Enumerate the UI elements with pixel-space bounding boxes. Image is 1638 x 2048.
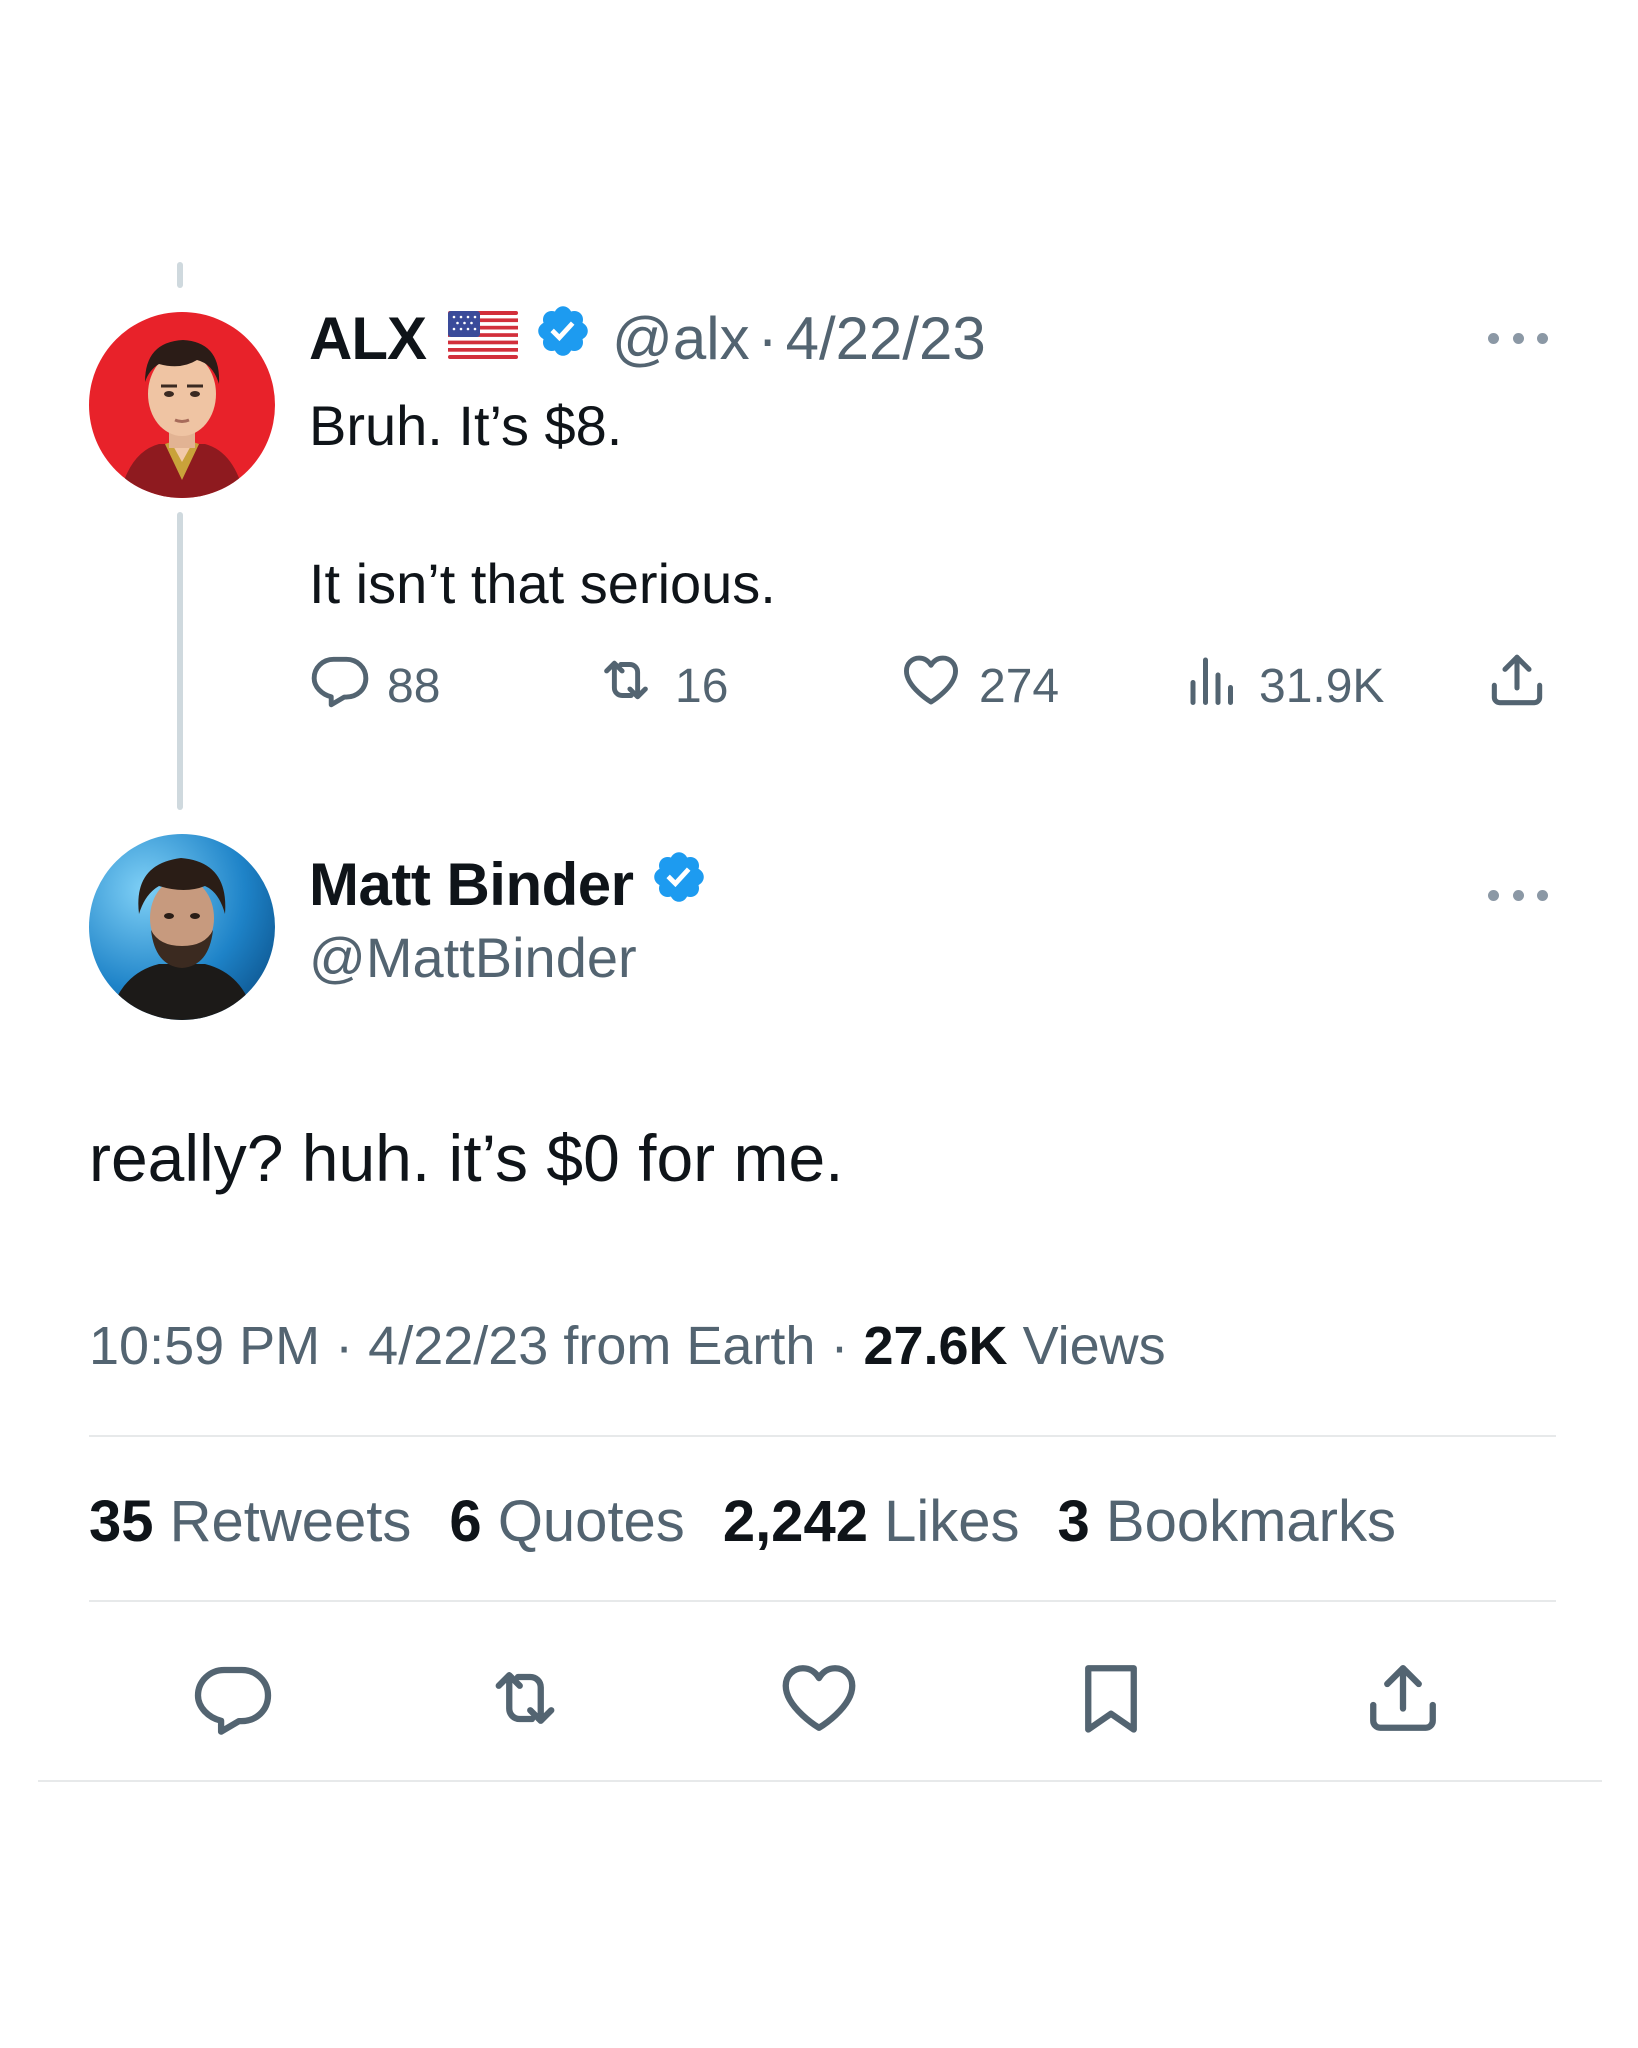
separator-dot: · <box>830 1316 849 1376</box>
share-icon <box>1361 1656 1445 1745</box>
heart-icon <box>899 649 979 723</box>
views-action[interactable]: 31.9K <box>1183 650 1384 722</box>
retweet-icon <box>481 1656 569 1745</box>
reply-icon <box>309 649 387 723</box>
thread-line-top <box>177 262 183 288</box>
like-button[interactable] <box>769 1650 869 1750</box>
avatar-matt-binder[interactable] <box>89 834 275 1020</box>
bookmarks-stat[interactable]: 3 Bookmarks <box>1058 1488 1396 1555</box>
parent-date[interactable]: 4/22/23 <box>786 304 986 373</box>
parent-text-line2: It isn’t that serious. <box>309 552 776 615</box>
separator-dot: · <box>335 1316 354 1376</box>
likes-stat[interactable]: 2,242 Likes <box>723 1488 1020 1555</box>
divider <box>89 1600 1556 1602</box>
tweet-source: from Earth <box>563 1316 816 1376</box>
divider <box>38 1780 1602 1782</box>
retweet-count: 16 <box>675 659 729 713</box>
quotes-stat[interactable]: 6 Quotes <box>449 1488 684 1555</box>
engagement-stats: 35 Retweets 6 Quotes 2,242 Likes 3 Bookm… <box>89 1488 1396 1555</box>
parent-tweet-header: ALX @alx · 4/22/23 <box>309 298 986 378</box>
share-action[interactable] <box>1485 650 1565 722</box>
main-action-bar <box>89 1650 1556 1750</box>
verified-badge-icon[interactable] <box>534 302 592 374</box>
bookmark-button[interactable] <box>1061 1650 1161 1750</box>
views-total: 27.6K <box>863 1316 1008 1376</box>
avatar-alx[interactable] <box>89 312 275 498</box>
like-action[interactable]: 274 <box>899 650 1059 722</box>
like-count: 274 <box>979 659 1060 713</box>
main-handle[interactable]: @MattBinder <box>309 925 637 990</box>
bookmark-icon <box>1069 1656 1153 1745</box>
tweet-metadata: 10:59 PM · 4/22/23 from Earth · 27.6K Vi… <box>89 1315 1166 1377</box>
retweets-stat[interactable]: 35 Retweets <box>89 1488 411 1555</box>
retweet-button[interactable] <box>475 1650 575 1750</box>
parent-action-bar: 88 16 274 31.9K <box>309 650 1549 722</box>
more-options-icon[interactable] <box>1488 885 1548 905</box>
retweet-icon <box>593 649 675 723</box>
reply-count: 88 <box>387 659 441 713</box>
divider <box>89 1435 1556 1437</box>
verified-badge-icon[interactable] <box>650 848 708 920</box>
thread-line <box>177 512 183 810</box>
more-options-icon[interactable] <box>1488 328 1548 348</box>
views-label: Views <box>1022 1316 1166 1376</box>
retweet-action[interactable]: 16 <box>593 650 728 722</box>
tweet-time[interactable]: 10:59 PM <box>89 1316 320 1376</box>
reply-action[interactable]: 88 <box>309 650 440 722</box>
heart-icon <box>776 1656 862 1745</box>
share-icon <box>1485 648 1565 724</box>
analytics-icon <box>1183 649 1259 723</box>
parent-handle[interactable]: @alx <box>612 304 750 373</box>
parent-text-line1: Bruh. It’s $8. <box>309 394 623 457</box>
main-display-name[interactable]: Matt Binder <box>309 850 634 919</box>
parent-display-name[interactable]: ALX <box>309 304 427 373</box>
share-button[interactable] <box>1353 1650 1453 1750</box>
parent-tweet-text: Bruh. It’s $8. It isn’t that serious. <box>309 385 776 625</box>
reply-icon <box>191 1656 275 1745</box>
tweet-date[interactable]: 4/22/23 <box>368 1316 548 1376</box>
main-tweet-text: really? huh. it’s $0 for me. <box>89 1121 844 1195</box>
us-flag-icon <box>448 304 518 373</box>
separator-dot: · <box>757 304 778 372</box>
reply-button[interactable] <box>183 1650 283 1750</box>
views-count: 31.9K <box>1259 659 1385 713</box>
main-display-name-row: Matt Binder <box>309 848 708 920</box>
